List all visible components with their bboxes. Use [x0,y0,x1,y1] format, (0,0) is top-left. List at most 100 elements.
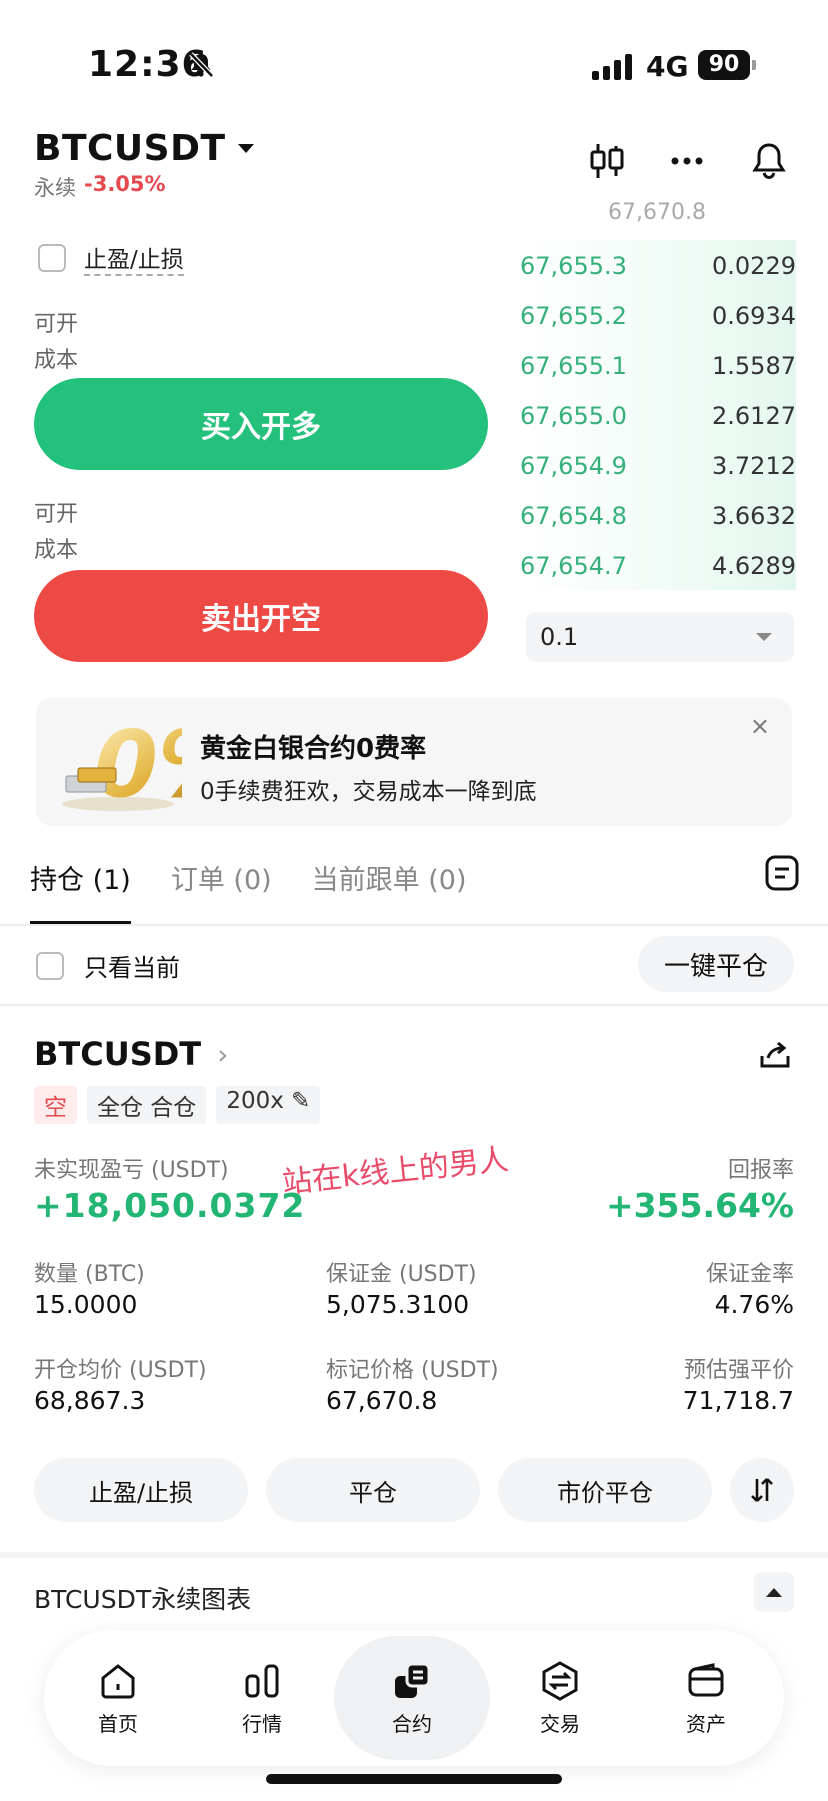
order-book-qty: 1.5587 [712,352,796,380]
signal-icon [592,54,632,80]
symbol-selector[interactable]: BTCUSDT [34,128,254,169]
order-book-row[interactable]: 67,655.2 0.6934 [520,294,796,338]
mark-price-value: 67,670.8 [326,1386,438,1415]
quantity-select[interactable]: 0.1 [526,612,794,662]
order-book-qty: 4.6289 [712,552,796,580]
market-icon [245,1664,279,1697]
order-book-row[interactable]: 67,655.1 1.5587 [520,344,796,388]
position-tabs: 持仓 (1) 订单 (0) 当前跟单 (0) [30,858,466,924]
order-book-price: 67,654.8 [520,502,627,530]
home-icon [101,1663,135,1698]
cost-label-long: 成本 [34,348,79,373]
qty-label: 数量 (BTC) [34,1262,145,1287]
cost-label-short: 成本 [34,538,79,563]
close-icon[interactable]: × [750,712,770,740]
caret-down-icon [756,633,772,641]
trade-icon [542,1660,578,1701]
tabs-divider [0,924,828,926]
margin-label: 保证金 (USDT) [326,1262,477,1287]
tpsl-label: 止盈/止损 [84,240,184,276]
margin-ratio-value: 4.76% [714,1290,794,1319]
order-book-row[interactable]: 67,654.7 4.6289 [520,544,796,588]
available-label-short: 可开 [34,502,79,527]
only-current-filter[interactable]: 只看当前 [36,948,180,983]
position-symbol[interactable]: BTCUSDT › [34,1035,228,1073]
quantity-value: 0.1 [540,623,579,651]
document-icon[interactable] [764,854,800,892]
more-icon[interactable] [666,140,708,182]
nav-futures-label: 合约 [392,1711,432,1736]
tpsl-checkbox[interactable] [38,244,66,272]
buy-long-button[interactable]: 买入开多 [34,378,488,470]
close-position-button[interactable]: 平仓 [266,1458,480,1522]
order-book-row[interactable]: 67,654.8 3.6632 [520,494,796,538]
chevron-right-icon: › [217,1037,229,1071]
mark-price-label: 标记价格 (USDT) [326,1358,499,1383]
order-book-qty: 3.7212 [712,452,796,480]
reverse-position-button[interactable] [730,1458,794,1522]
wallet-icon [688,1662,724,1696]
banner-subtitle: 0手续费狂欢，交易成本一降到底 [200,779,537,805]
order-book-qty: 2.6127 [712,402,796,430]
nav-futures[interactable]: 合约 [334,1636,490,1760]
order-book-price: 67,655.2 [520,302,627,330]
close-all-button[interactable]: 一键平仓 [638,936,794,992]
home-indicator [266,1774,562,1784]
nav-market[interactable]: 行情 [188,1630,336,1766]
banner-title: 黄金白银合约0费率 [200,734,427,764]
status-bar: 12:36 4G 90 [0,0,828,120]
entry-price-value: 68,867.3 [34,1386,146,1415]
notification-bell-icon[interactable] [748,140,790,182]
margin-ratio-label: 保证金率 [705,1262,794,1287]
liq-price-label: 预估强平价 [683,1358,794,1383]
network-type: 4G [646,50,689,83]
leverage-badge[interactable]: 200x ✎ [216,1086,321,1124]
order-book-row[interactable]: 67,655.3 0.0229 [520,244,796,288]
battery-tip [752,60,756,70]
order-book-qty: 0.6934 [712,302,796,330]
sell-short-button[interactable]: 卖出开空 [34,570,488,662]
margin-mode-badge: 全仓 合仓 [87,1086,207,1124]
bell-off-icon [189,52,214,78]
side-badge: 空 [34,1086,77,1124]
position-badges: 空 全仓 合仓 200x ✎ [34,1086,321,1124]
tab-positions[interactable]: 持仓 (1) [30,858,131,924]
nav-trade[interactable]: 交易 [486,1630,634,1766]
watermark-text: 站在k线上的男人 [280,1142,511,1201]
swap-arrows-icon [751,1478,773,1502]
margin-value: 5,075.3100 [326,1290,470,1319]
nav-home[interactable]: 首页 [44,1630,192,1766]
liq-price-value: 71,718.7 [682,1386,794,1415]
candlestick-icon[interactable] [586,140,628,182]
available-label-long: 可开 [34,312,79,337]
entry-price-label: 开仓均价 (USDT) [34,1358,207,1383]
tpsl-button[interactable]: 止盈/止损 [34,1458,248,1522]
only-current-label: 只看当前 [84,954,180,982]
promo-banner[interactable]: 0% 黄金白银合约0费率 0手续费狂欢，交易成本一降到底 × [36,698,792,826]
nav-assets[interactable]: 资产 [632,1630,780,1766]
contract-type: 永续 [34,176,76,200]
roi-label: 回报率 [727,1158,794,1183]
only-current-checkbox[interactable] [36,951,64,980]
order-book-row[interactable]: 67,654.9 3.7212 [520,444,796,488]
tab-orders[interactable]: 订单 (0) [171,858,272,924]
filter-divider [0,1004,828,1006]
futures-icon [395,1662,431,1698]
gold-zero-percent-icon: 0% [62,712,182,812]
order-book-row[interactable]: 67,655.0 2.6127 [520,394,796,438]
roi-value: +355.64% [605,1186,794,1225]
qty-value: 15.0000 [34,1290,138,1319]
collapse-button[interactable] [754,1572,794,1612]
order-book-price: 67,655.0 [520,402,627,430]
tpsl-toggle[interactable]: 止盈/止损 [38,240,184,276]
tab-copy-trading[interactable]: 当前跟单 (0) [312,858,467,924]
symbol-subtitle: 永续 -3.05% [34,172,166,202]
market-close-button[interactable]: 市价平仓 [498,1458,712,1522]
nav-assets-label: 资产 [686,1711,726,1736]
caret-down-icon [237,144,254,153]
order-book-price: 67,655.3 [520,252,627,280]
share-icon[interactable] [758,1038,792,1072]
order-book-price: 67,655.1 [520,352,627,380]
order-book-price: 67,654.7 [520,552,627,580]
symbol-name: BTCUSDT [34,128,226,169]
